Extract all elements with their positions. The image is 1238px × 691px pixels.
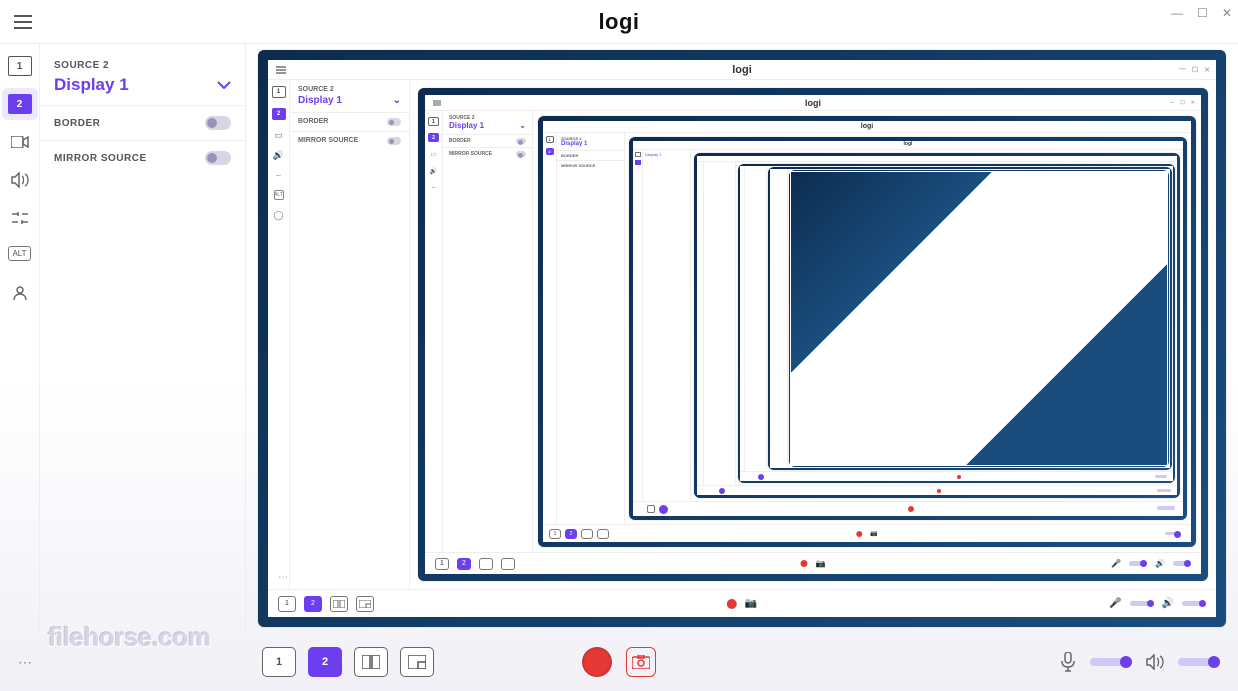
source-value: Display 1 bbox=[54, 75, 129, 95]
scene-1: 1 bbox=[278, 596, 296, 612]
mic-slider[interactable] bbox=[1090, 658, 1132, 666]
scene-tile-1[interactable]: 1 bbox=[262, 647, 296, 677]
left-rail: 1 2 ALT bbox=[0, 44, 40, 633]
mirror-row: MIRROR SOURCE bbox=[40, 140, 245, 175]
preview-frame: logi —☐✕ 1 2 ▭🔊⎯ ALT ◯ SOURCE 2 bbox=[258, 50, 1226, 627]
close-button[interactable]: ✕ bbox=[1222, 6, 1232, 20]
transitions-icon[interactable] bbox=[10, 208, 30, 228]
watermark: filehorse.com bbox=[48, 622, 211, 653]
mic-icon: 🎤 bbox=[1109, 598, 1121, 609]
chevron-down-icon bbox=[217, 81, 231, 89]
mic-icon[interactable] bbox=[1060, 652, 1076, 672]
speaker-icon[interactable] bbox=[10, 170, 30, 190]
speaker-icon[interactable] bbox=[1146, 654, 1164, 670]
scene-tile-3[interactable] bbox=[354, 647, 388, 677]
source-panel: SOURCE 2 Display 1 BORDER MIRROR SOURCE bbox=[40, 44, 246, 633]
mirror-toggle[interactable] bbox=[205, 151, 231, 165]
scene-switcher: 1 2 bbox=[262, 647, 434, 677]
border-toggle[interactable] bbox=[205, 116, 231, 130]
rail-source-1[interactable]: 1 bbox=[8, 56, 32, 76]
nested-window: logi —☐✕ 1 2 ▭🔊⎯ ALT ◯ SOURCE 2 bbox=[268, 60, 1216, 617]
rail-source-2[interactable]: 2 bbox=[8, 94, 32, 114]
border-row: BORDER bbox=[40, 105, 245, 140]
mirror-label: MIRROR SOURCE bbox=[54, 153, 147, 164]
scene-3 bbox=[330, 596, 348, 612]
scene-tile-2[interactable]: 2 bbox=[308, 647, 342, 677]
window-controls: — ☐ ✕ bbox=[1171, 6, 1232, 20]
titlebar: logi — ☐ ✕ bbox=[0, 0, 1238, 44]
speaker-slider[interactable] bbox=[1178, 658, 1220, 666]
camera-icon[interactable] bbox=[10, 132, 30, 152]
scene-2: 2 bbox=[304, 596, 322, 612]
app-logo: logi bbox=[598, 9, 639, 35]
record-button[interactable] bbox=[582, 647, 612, 677]
maximize-button[interactable]: ☐ bbox=[1197, 6, 1208, 20]
alt-button[interactable]: ALT bbox=[8, 246, 30, 261]
source-label: SOURCE 2 bbox=[40, 52, 245, 73]
screenshot-button[interactable] bbox=[626, 647, 656, 677]
user-icon[interactable] bbox=[10, 283, 30, 303]
app-logo: logi bbox=[732, 64, 752, 76]
speaker-icon: 🔊 bbox=[1162, 598, 1174, 609]
preview-area: logi —☐✕ 1 2 ▭🔊⎯ ALT ◯ SOURCE 2 bbox=[246, 44, 1238, 633]
scene-tile-4[interactable] bbox=[400, 647, 434, 677]
menu-icon bbox=[276, 66, 286, 74]
scene-4 bbox=[356, 596, 374, 612]
record-icon bbox=[727, 599, 737, 609]
more-button[interactable]: ⋯ bbox=[18, 654, 32, 671]
minimize-button[interactable]: — bbox=[1171, 6, 1183, 20]
source-dropdown[interactable]: Display 1 bbox=[40, 73, 245, 105]
camera-icon: 📷 bbox=[745, 598, 757, 609]
menu-icon[interactable] bbox=[14, 15, 32, 29]
border-label: BORDER bbox=[54, 118, 100, 129]
